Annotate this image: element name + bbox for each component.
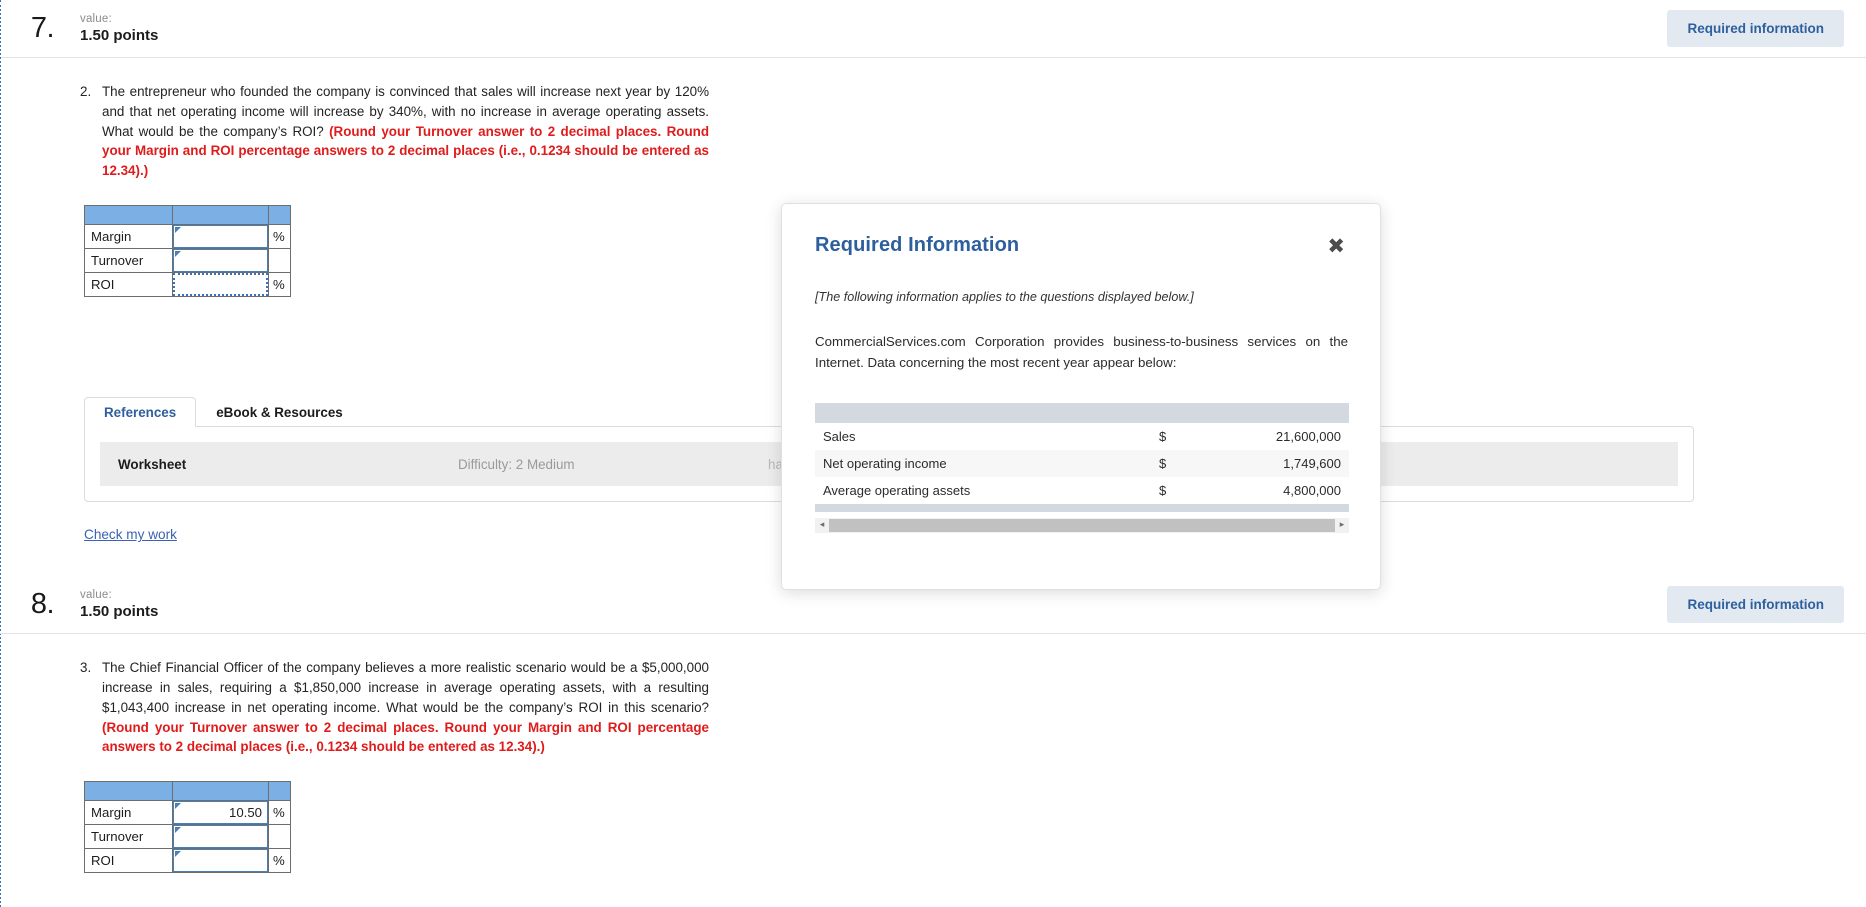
row-label-turnover-7: Turnover	[84, 248, 173, 274]
tab-ebook-resources[interactable]: eBook & Resources	[196, 397, 363, 427]
row-label-roi-8: ROI	[84, 848, 173, 874]
answer-table-7: Margin % Turnover ROI %	[0, 0, 291, 907]
row-suffix-turnover-8	[268, 824, 291, 850]
header-cell-label	[84, 205, 173, 226]
modal-row-currency-assets: $	[1159, 483, 1167, 498]
scroll-right-arrow-icon[interactable]: ▸	[1335, 521, 1349, 530]
scrollbar-thumb[interactable]	[829, 519, 1335, 532]
table-row: Margin 10.50 %	[84, 800, 291, 826]
table-row: Net operating income $ 1,749,600	[815, 450, 1349, 477]
value-points-7: 1.50 points	[80, 26, 159, 44]
modal-italic-note: [The following information applies to th…	[815, 290, 1194, 304]
answer-table-header-row-8	[84, 781, 291, 802]
row-label-margin-7: Margin	[84, 224, 173, 250]
modal-row-currency-sales: $	[1159, 429, 1167, 444]
question-text-black-8: The Chief Financial Officer of the compa…	[102, 660, 709, 715]
modal-paragraph: CommercialServices.com Corporation provi…	[815, 334, 1348, 370]
input-cell-margin-7[interactable]	[172, 224, 269, 250]
question-text-7: 2. The entrepreneur who founded the compa…	[80, 82, 709, 181]
modal-horizontal-scrollbar[interactable]: ◂ ▸	[815, 518, 1349, 533]
table-row: Margin %	[84, 224, 291, 250]
header-cell-label	[84, 781, 173, 802]
header-cell-suffix	[268, 205, 291, 226]
input-cell-turnover-8[interactable]	[172, 824, 269, 850]
modal-row-value-assets: 4,800,000	[1283, 483, 1341, 498]
row-suffix-turnover-7	[268, 248, 291, 274]
turnover-input-8[interactable]	[173, 825, 268, 849]
header-cell-value	[172, 205, 269, 226]
table-row: ROI %	[84, 848, 291, 874]
modal-row-label-sales: Sales	[823, 429, 856, 444]
question-number-8: 8.	[30, 588, 55, 621]
table-row: Turnover	[84, 824, 291, 850]
question-body-8: 3. The Chief Financial Officer of the com…	[0, 634, 1866, 874]
input-cell-margin-8[interactable]: 10.50	[172, 800, 269, 826]
modal-title: Required Information	[815, 234, 1020, 256]
modal-row-label-noi: Net operating income	[815, 450, 1159, 477]
question-value-block-7: value: 1.50 points	[80, 13, 158, 44]
check-my-work-link[interactable]: Check my work	[84, 527, 177, 542]
question-value-block-8: value: 1.50 points	[80, 589, 158, 620]
modal-row-currency-noi: $	[1159, 450, 1199, 477]
answer-table-header-row-7	[84, 205, 291, 226]
modal-header-cell-label	[815, 403, 1159, 423]
question-item-marker-7: 2.	[80, 84, 92, 99]
question-text-8: 3. The Chief Financial Officer of the com…	[80, 658, 709, 757]
required-information-button-8[interactable]: Required information	[1667, 586, 1844, 624]
input-cell-turnover-7[interactable]	[172, 248, 269, 274]
modal-table-header-row	[815, 403, 1349, 423]
scroll-left-arrow-icon[interactable]: ◂	[815, 521, 829, 530]
margin-input-8[interactable]: 10.50	[173, 801, 268, 825]
row-label-roi-7: ROI	[84, 272, 173, 298]
modal-data-table: Sales $ 21,600,000 Net operating income …	[815, 403, 1349, 512]
modal-header-cell-currency	[1159, 403, 1199, 423]
row-suffix-roi-8: %	[268, 848, 291, 874]
question-text-red-8: (Round your Turnover answer to 2 decimal…	[102, 719, 709, 755]
roi-input-8[interactable]	[173, 849, 268, 873]
modal-row-value-sales: 21,600,000	[1275, 429, 1341, 444]
table-row: Turnover	[84, 248, 291, 274]
modal-footer-cell-2	[1159, 504, 1199, 512]
table-row: ROI %	[0, 0, 291, 907]
worksheet-title: Worksheet	[118, 456, 187, 472]
modal-row-label-assets: Average operating assets	[823, 483, 971, 498]
roi-dotted-edge-icon	[0, 0, 2, 907]
page-root: 7. value: 1.50 points Required informati…	[0, 0, 1866, 907]
modal-header: Required Information ✖	[815, 234, 1347, 259]
row-label-margin-8: Margin	[84, 800, 173, 826]
worksheet-difficulty: Difficulty: 2 Medium	[458, 456, 575, 472]
row-suffix-margin-8: %	[268, 800, 291, 826]
input-cell-roi-8[interactable]	[172, 848, 269, 874]
close-icon[interactable]: ✖	[1325, 234, 1347, 259]
table-row: Average operating assets $ 4,800,000	[815, 477, 1349, 504]
question-number-7: 7.	[30, 12, 55, 44]
row-suffix-margin-7: %	[268, 224, 291, 250]
question-header-7: 7. value: 1.50 points Required informati…	[0, 0, 1866, 58]
row-label-turnover-8: Turnover	[84, 824, 173, 850]
row-suffix-roi-7: %	[0, 0, 291, 907]
modal-footer-cell-1	[815, 504, 1159, 512]
required-information-button-7[interactable]: Required information	[1667, 10, 1844, 47]
roi-percent-label-7: %	[273, 276, 285, 292]
required-information-modal: Required Information ✖ [The following in…	[781, 203, 1381, 590]
margin-input-7[interactable]	[173, 225, 268, 249]
tab-references[interactable]: References	[84, 397, 197, 428]
modal-footer-cell-3	[1199, 504, 1349, 512]
value-label-8: value:	[80, 588, 112, 601]
modal-table-footer-row	[815, 504, 1349, 512]
answer-table-8: Margin 10.50 % Turnover ROI %	[84, 781, 291, 874]
modal-header-cell-value	[1199, 403, 1349, 423]
roi-input-7[interactable]	[173, 273, 268, 297]
table-row: Sales $ 21,600,000	[815, 423, 1349, 450]
modal-row-value-noi: 1,749,600	[1199, 450, 1349, 477]
value-label-7: value:	[80, 12, 112, 25]
header-cell-suffix	[268, 781, 291, 802]
question-item-marker-8: 3.	[80, 660, 92, 676]
header-cell-value	[172, 781, 269, 802]
turnover-input-7[interactable]	[173, 249, 268, 273]
value-points-8: 1.50 points	[80, 603, 159, 621]
input-cell-roi-7[interactable]	[172, 272, 269, 298]
